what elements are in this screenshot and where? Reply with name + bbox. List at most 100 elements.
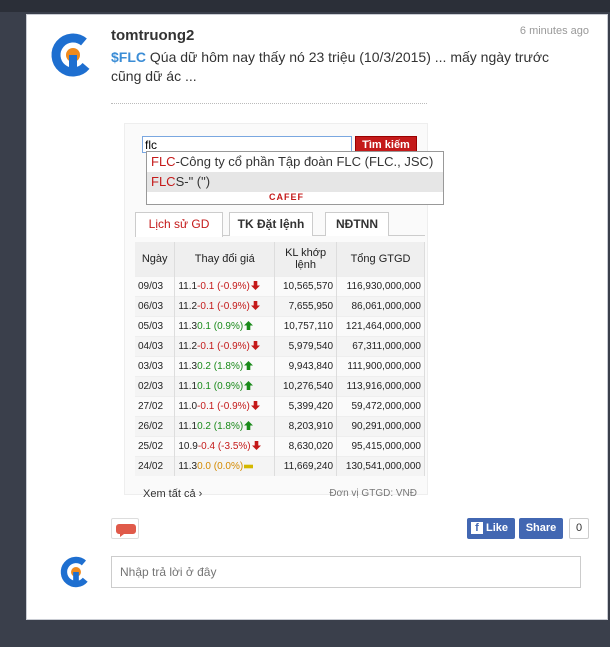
- post-body-text: Qúa dữ hôm nay thấy nó 23 triệu (10/3/20…: [111, 49, 550, 84]
- cell-value: 130,541,000,000: [336, 455, 425, 476]
- facebook-share-button[interactable]: Share: [519, 518, 563, 539]
- like-label: Like: [486, 522, 509, 534]
- cell-value: 113,916,000,000: [336, 375, 425, 396]
- suggestion-text: S-" ("): [175, 174, 211, 189]
- cell-volume: 10,276,540: [274, 375, 338, 396]
- post-username[interactable]: tomtruong2: [111, 27, 194, 44]
- table-row: 03/03 11.30.2 (1.8%) 9,943,840 111,900,000,…: [135, 355, 425, 376]
- flat-icon: [244, 464, 254, 468]
- arrow-down-icon: [250, 301, 260, 311]
- cell-price: 11.1: [178, 280, 198, 292]
- cell-date: 02/03: [135, 375, 176, 396]
- cell-price: 11.1: [178, 420, 198, 432]
- suggestion-item[interactable]: FLCS-" ("): [147, 172, 443, 192]
- cell-price: 11.3: [178, 360, 198, 372]
- suggestion-prefix: FLC: [151, 154, 176, 169]
- cell-change-value: -0.1 (-0.9%): [197, 280, 250, 292]
- post-body: $FLC Qúa dữ hôm nay thấy nó 23 triệu (10…: [111, 48, 581, 86]
- embed-divider: [111, 103, 427, 104]
- table-row: 05/03 11.30.1 (0.9%) 10,757,110 121,464,000…: [135, 315, 425, 336]
- cell-value: 121,464,000,000: [336, 315, 425, 336]
- share-count: 0: [569, 518, 589, 539]
- cell-date: 04/03: [135, 335, 176, 356]
- reply-input[interactable]: [111, 556, 581, 588]
- table-row: 06/03 11.2-0.1 (-0.9%) 7,655,950 86,061,000…: [135, 295, 425, 316]
- cell-change-value: -0.4 (-3.5%): [197, 440, 251, 452]
- suggestion-text: -Công ty cổ phần Tập đoàn FLC (FLC., JSC…: [175, 154, 434, 169]
- cell-change-value: -0.1 (-0.9%): [197, 340, 250, 352]
- cell-volume: 10,757,110: [274, 315, 338, 336]
- header-date: Ngày: [135, 242, 176, 276]
- post-card: tomtruong2 6 minutes ago $FLC Qúa dữ hôm…: [26, 14, 608, 620]
- stock-widget: Tìm kiếm FLC-Công ty cổ phần Tập đoàn FL…: [124, 123, 444, 500]
- table-row: 09/03 11.1-0.1 (-0.9%) 10,565,570 116,930,0…: [135, 275, 425, 296]
- header-change: Thay đổi giá: [174, 242, 276, 276]
- comment-icon: [116, 524, 136, 537]
- table-row: 25/02 10.9-0.4 (-3.5%) 8,630,020 95,415,000…: [135, 435, 425, 456]
- arrow-up-icon: [244, 321, 254, 331]
- cell-price: 11.2: [178, 340, 198, 352]
- cell-change: 11.0-0.1 (-0.9%): [174, 395, 276, 416]
- cell-change-value: 0.2 (1.8%): [197, 360, 244, 372]
- cell-change-value: -0.1 (-0.9%): [197, 400, 250, 412]
- cell-value: 90,291,000,000: [336, 415, 425, 436]
- view-all-link[interactable]: Xem tất cả ›: [143, 488, 202, 500]
- suggestion-item[interactable]: FLC-Công ty cổ phần Tập đoàn FLC (FLC., …: [147, 152, 443, 172]
- arrow-down-icon: [250, 401, 260, 411]
- arrow-up-icon: [244, 421, 254, 431]
- cell-price: 10.9: [178, 440, 198, 452]
- suggestion-dropdown: FLC-Công ty cổ phần Tập đoàn FLC (FLC., …: [146, 151, 444, 205]
- cell-volume: 9,943,840: [274, 355, 338, 376]
- cell-date: 06/03: [135, 295, 176, 316]
- facebook-like-button[interactable]: f Like: [467, 518, 515, 539]
- cell-value: 111,900,000,000: [336, 355, 425, 376]
- cell-date: 03/03: [135, 355, 176, 376]
- chevron-right-icon: ›: [198, 488, 203, 500]
- cell-date: 24/02: [135, 455, 176, 476]
- view-all-label: Xem tất cả: [143, 488, 196, 500]
- cell-change: 11.2-0.1 (-0.9%): [174, 295, 276, 316]
- cell-volume: 8,630,020: [274, 435, 338, 456]
- cell-price: 11.0: [178, 400, 198, 412]
- table-row: 27/02 11.0-0.1 (-0.9%) 5,399,420 59,472,000…: [135, 395, 425, 416]
- avatar[interactable]: [49, 31, 97, 79]
- cell-date: 26/02: [135, 415, 176, 436]
- tab-lich-su-gd[interactable]: Lịch sử GD: [135, 212, 223, 237]
- table-row: 24/02 11.30.0 (0.0%) 11,669,240 130,541,000…: [135, 455, 425, 476]
- suggestion-prefix: FLC: [151, 174, 176, 189]
- cafef-logo: CAFEF: [269, 192, 304, 202]
- cell-volume: 7,655,950: [274, 295, 338, 316]
- cell-change: 11.10.1 (0.9%): [174, 375, 276, 396]
- cell-price: 11.3: [178, 320, 198, 332]
- cell-change: 11.1-0.1 (-0.9%): [174, 275, 276, 296]
- header-volume: KL khớp lệnh: [274, 242, 338, 276]
- cell-change: 11.10.2 (1.8%): [174, 415, 276, 436]
- cell-volume: 5,399,420: [274, 395, 338, 416]
- arrow-up-icon: [244, 381, 254, 391]
- cell-price: 11.3: [178, 460, 198, 472]
- post-timestamp: 6 minutes ago: [519, 25, 589, 37]
- tab-tk-dat-lenh[interactable]: TK Đặt lệnh: [229, 212, 313, 236]
- cell-price: 11.1: [178, 380, 198, 392]
- cell-volume: 10,565,570: [274, 275, 338, 296]
- cell-change: 11.2-0.1 (-0.9%): [174, 335, 276, 356]
- arrow-down-icon: [250, 281, 260, 291]
- arrow-down-icon: [251, 441, 261, 451]
- cell-change-value: 0.1 (0.9%): [197, 380, 244, 392]
- header-value: Tổng GTGD: [336, 242, 425, 276]
- cell-date: 25/02: [135, 435, 176, 456]
- unit-note: Đơn vị GTGD: VNĐ: [329, 488, 417, 499]
- cell-volume: 8,203,910: [274, 415, 338, 436]
- comment-button[interactable]: [111, 518, 139, 539]
- tab-ndtnn[interactable]: NĐTNN: [325, 212, 389, 236]
- cell-change-value: -0.1 (-0.9%): [197, 300, 250, 312]
- table-header-row: Ngày Thay đổi giá KL khớp lệnh Tổng GTGD: [135, 242, 425, 276]
- top-bar: [0, 0, 610, 12]
- cell-change: 10.9-0.4 (-3.5%): [174, 435, 276, 456]
- cell-price: 11.2: [178, 300, 198, 312]
- cell-date: 09/03: [135, 275, 176, 296]
- cell-value: 67,311,000,000: [336, 335, 425, 356]
- cell-change-value: 0.0 (0.0%): [197, 460, 244, 472]
- cell-value: 95,415,000,000: [336, 435, 425, 456]
- ticker-link[interactable]: $FLC: [111, 49, 146, 65]
